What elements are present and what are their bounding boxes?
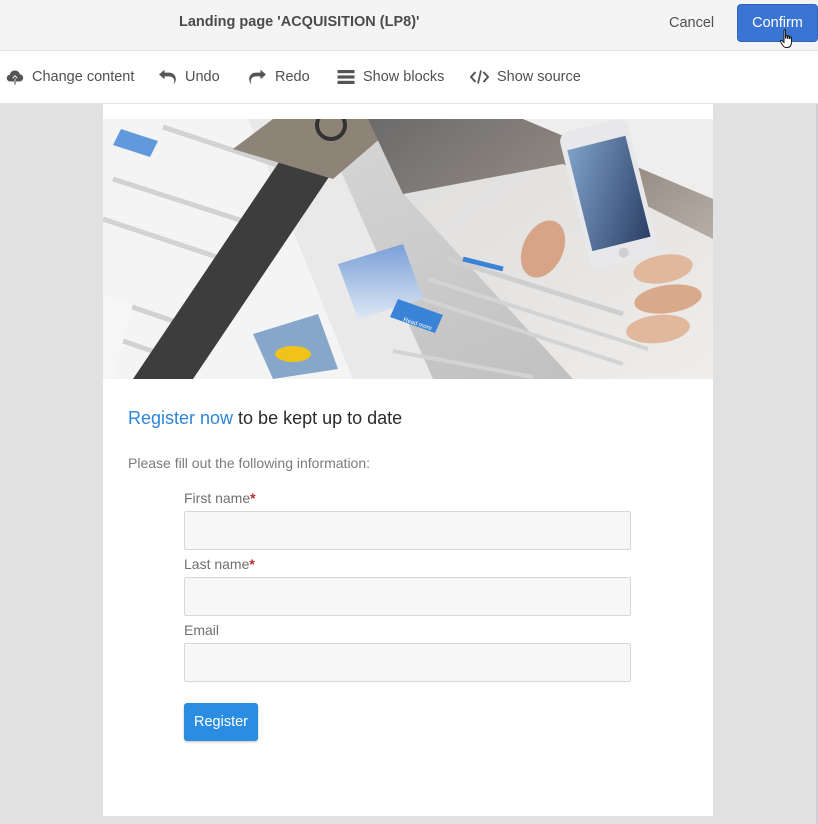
register-now-link[interactable]: Register now [128,408,233,428]
undo-button[interactable]: Undo [158,51,220,103]
headline-rest: to be kept up to date [233,408,403,428]
email-field[interactable] [184,643,631,682]
page-title: Landing page 'ACQUISITION (LP8)' [179,14,420,30]
required-marker: * [250,490,256,506]
show-blocks-button[interactable]: Show blocks [337,51,444,103]
show-blocks-label: Show blocks [363,69,445,85]
intro-text: Please fill out the following informatio… [128,455,371,471]
undo-label: Undo [185,69,220,85]
code-icon [470,70,489,84]
redo-label: Redo [275,69,310,85]
first-name-field[interactable] [184,511,631,550]
undo-icon [159,69,176,85]
show-source-label: Show source [497,69,581,85]
email-label: Email [184,622,220,638]
change-content-label: Change content [32,69,135,85]
last-name-field[interactable] [184,577,631,616]
change-content-button[interactable]: Change content [6,51,134,103]
toolbar: Change content Undo Redo Show blocks Sho… [0,51,818,104]
last-name-label: Last name* [184,556,255,572]
cloud-upload-icon [6,70,24,85]
hand-cursor-icon [779,29,792,48]
show-source-button[interactable]: Show source [470,51,581,103]
required-marker: * [249,556,255,572]
confirm-button[interactable]: Confirm [737,4,818,42]
editor-canvas: Read more Register now to be kept up to … [0,104,818,824]
hero-image: Read more [103,119,713,379]
blocks-icon [337,70,355,84]
landing-page-preview: Read more Register now to be kept up to … [103,104,713,816]
redo-icon [249,69,266,85]
header-bar: Landing page 'ACQUISITION (LP8)' Cancel … [0,0,818,51]
redo-button[interactable]: Redo [248,51,310,103]
register-button[interactable]: Register [184,703,258,741]
cancel-button[interactable]: Cancel [669,15,714,31]
headline: Register now to be kept up to date [128,408,402,429]
first-name-label: First name* [184,490,256,506]
